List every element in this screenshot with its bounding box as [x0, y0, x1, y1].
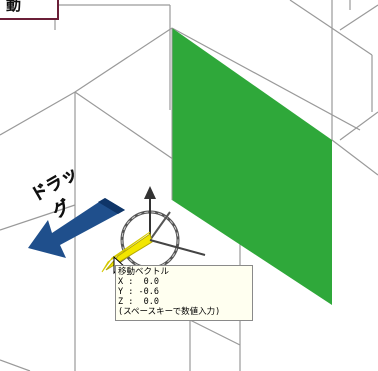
corner-label-box: 動	[0, 0, 59, 20]
corner-label: 動	[6, 0, 23, 14]
tooltip-title: 移動ベクトル	[118, 267, 170, 277]
tooltip-hint: (スペースキーで数値入力)	[118, 307, 221, 317]
drag-arrow	[28, 198, 125, 258]
tooltip-z-value: Z : 0.0	[118, 297, 159, 307]
move-vector-tooltip: 移動ベクトル X : 0.0 Y : -0.6 Z : 0.0 (スペースキーで…	[115, 265, 253, 321]
3d-viewport[interactable]: 動 ドラッ グ 移動ベクトル X : 0.0 Y : -0.6 Z : 0.0 …	[0, 0, 378, 371]
tooltip-x-value: X : 0.0	[118, 277, 159, 287]
green-plane[interactable]	[172, 28, 332, 305]
tooltip-y-value: Y : -0.6	[118, 287, 159, 297]
